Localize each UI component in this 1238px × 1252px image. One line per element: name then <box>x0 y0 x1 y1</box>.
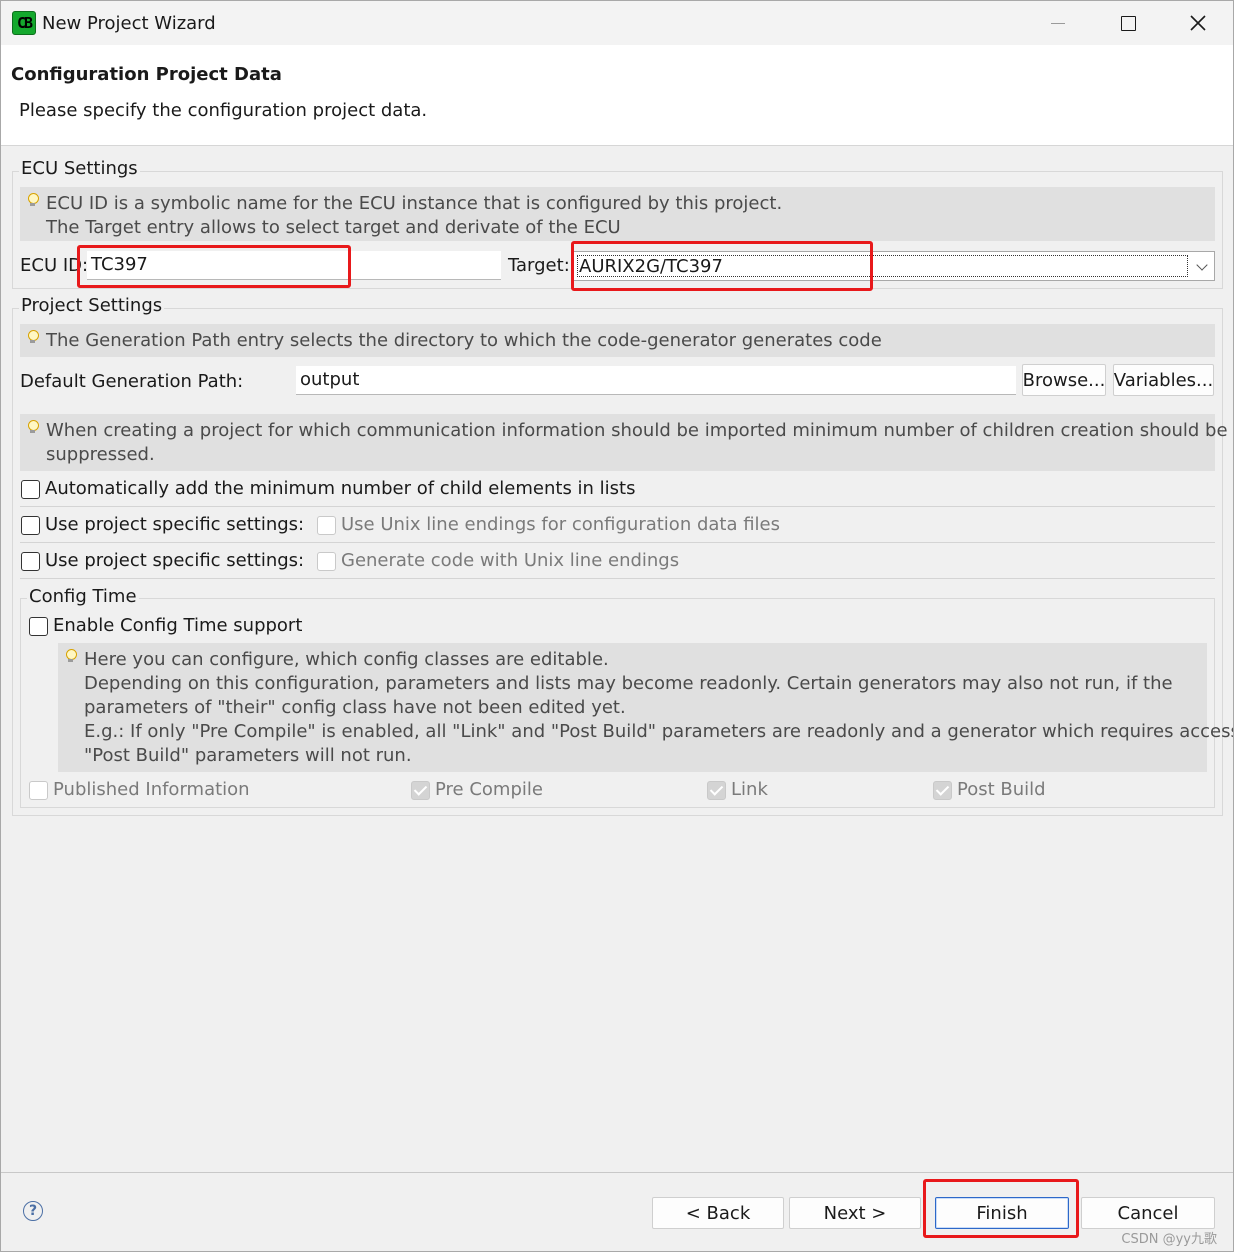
window-title: New Project Wizard <box>42 13 216 34</box>
separator <box>20 542 1215 543</box>
config-time-label: Config Time <box>27 586 139 607</box>
wizard-window: CB New Project Wizard Configuration Proj… <box>0 0 1234 1252</box>
project-specific-1-checkbox[interactable] <box>21 516 40 535</box>
lightbulb-icon <box>28 193 39 207</box>
pre-compile-checkbox[interactable] <box>411 781 430 800</box>
unix-config-checkbox[interactable] <box>317 516 336 535</box>
wizard-header: Configuration Project Data Please specif… <box>1 45 1233 146</box>
lightbulb-icon <box>66 649 77 663</box>
title-bar: CB New Project Wizard <box>1 1 1233 45</box>
close-button[interactable] <box>1163 1 1233 45</box>
auto-add-label[interactable]: Automatically add the minimum number of … <box>45 478 636 499</box>
pre-compile-label[interactable]: Pre Compile <box>435 779 543 800</box>
ecu-id-input[interactable]: TC397 <box>87 251 501 280</box>
unix-code-label[interactable]: Generate code with Unix line endings <box>341 550 679 571</box>
chevron-down-icon[interactable] <box>1196 259 1208 271</box>
close-icon <box>1190 15 1206 31</box>
generation-path-info-box: The Generation Path entry selects the di… <box>20 324 1215 357</box>
help-icon[interactable]: ? <box>23 1201 43 1221</box>
page-description: Please specify the configuration project… <box>19 100 428 121</box>
separator <box>20 506 1215 507</box>
children-info-box: When creating a project for which commun… <box>20 414 1228 471</box>
app-icon: CB <box>12 11 36 35</box>
browse-button[interactable]: Browse... <box>1022 364 1106 396</box>
footer-separator <box>1 1172 1233 1173</box>
target-label: Target: <box>508 255 570 276</box>
project-specific-2-label[interactable]: Use project specific settings: <box>45 550 304 571</box>
lightbulb-icon <box>28 420 39 434</box>
minimize-icon <box>1051 22 1065 24</box>
project-specific-1-label[interactable]: Use project specific settings: <box>45 514 304 535</box>
auto-add-checkbox[interactable] <box>21 480 40 499</box>
lightbulb-icon <box>28 330 39 344</box>
generation-path-input[interactable]: output <box>296 366 1016 395</box>
project-specific-2-checkbox[interactable] <box>21 552 40 571</box>
post-build-checkbox[interactable] <box>933 781 952 800</box>
project-settings-label: Project Settings <box>19 295 165 316</box>
page-title: Configuration Project Data <box>11 64 282 85</box>
link-checkbox[interactable] <box>707 781 726 800</box>
enable-config-time-checkbox[interactable] <box>29 617 48 636</box>
next-button[interactable]: Next > <box>789 1197 921 1229</box>
enable-config-time-label[interactable]: Enable Config Time support <box>53 615 302 636</box>
variables-button[interactable]: Variables... <box>1113 364 1214 396</box>
link-label[interactable]: Link <box>731 779 768 800</box>
maximize-button[interactable] <box>1093 1 1163 45</box>
separator <box>20 578 1215 579</box>
finish-button[interactable]: Finish <box>935 1197 1069 1229</box>
cancel-button[interactable]: Cancel <box>1081 1197 1215 1229</box>
maximize-icon <box>1120 15 1136 31</box>
published-information-checkbox[interactable] <box>29 781 48 800</box>
minimize-button[interactable] <box>1023 1 1093 45</box>
target-select[interactable]: AURIX2G/TC397 <box>573 251 1215 281</box>
config-classes-info-box: Here you can configure, which config cla… <box>58 643 1233 772</box>
ecu-info-box: ECU ID is a symbolic name for the ECU in… <box>20 187 1215 241</box>
watermark: CSDN @yy九歌 <box>1121 1232 1217 1247</box>
post-build-label[interactable]: Post Build <box>957 779 1046 800</box>
generation-path-label: Default Generation Path: <box>20 371 244 392</box>
unix-code-checkbox[interactable] <box>317 552 336 571</box>
published-information-label[interactable]: Published Information <box>53 779 250 800</box>
back-button[interactable]: < Back <box>652 1197 784 1229</box>
unix-config-label[interactable]: Use Unix line endings for configuration … <box>341 514 780 535</box>
target-value: AURIX2G/TC397 <box>577 255 1188 277</box>
ecu-settings-label: ECU Settings <box>19 158 140 179</box>
ecu-id-label: ECU ID: <box>20 255 89 276</box>
